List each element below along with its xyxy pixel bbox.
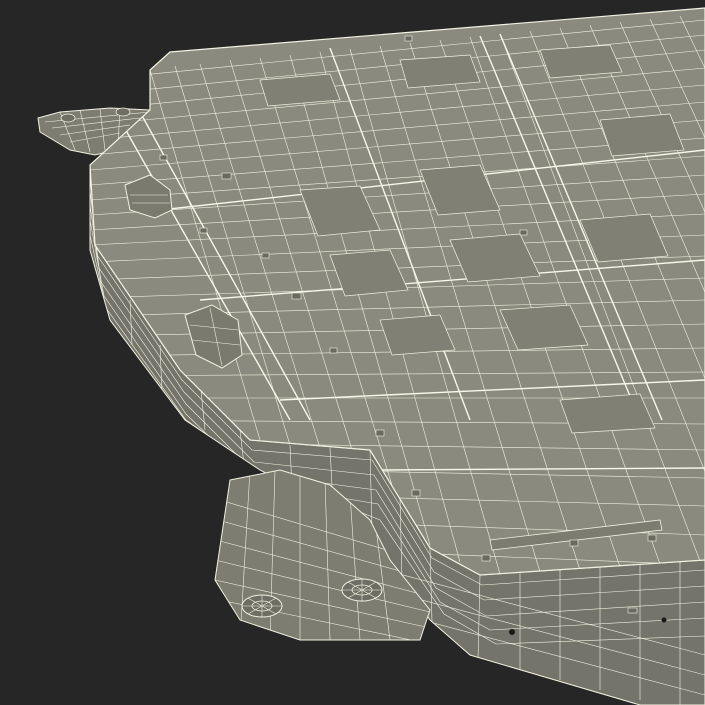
wireframe-model bbox=[37, 7, 705, 705]
screw-icon bbox=[159, 154, 168, 161]
screw-icon bbox=[291, 292, 302, 300]
bolt-icon bbox=[341, 578, 383, 602]
bolt-icon bbox=[241, 594, 283, 618]
screw-icon bbox=[519, 229, 528, 236]
bolt-icon bbox=[60, 113, 76, 123]
screw-icon bbox=[569, 539, 579, 547]
tray-top-surface bbox=[89, 7, 705, 576]
screw-hole-icon bbox=[661, 617, 667, 623]
render-viewport bbox=[0, 0, 705, 705]
screw-icon bbox=[647, 534, 657, 542]
screw-icon bbox=[261, 252, 270, 259]
bolt-icon bbox=[115, 107, 131, 117]
screw-hole-icon bbox=[509, 629, 515, 635]
screw-icon bbox=[481, 554, 491, 562]
screw-icon bbox=[627, 607, 638, 614]
screw-icon bbox=[404, 35, 413, 42]
screw-icon bbox=[375, 429, 385, 437]
screw-icon bbox=[411, 489, 421, 497]
screw-icon bbox=[221, 172, 232, 180]
screw-icon bbox=[329, 347, 338, 354]
screw-icon bbox=[199, 227, 208, 234]
